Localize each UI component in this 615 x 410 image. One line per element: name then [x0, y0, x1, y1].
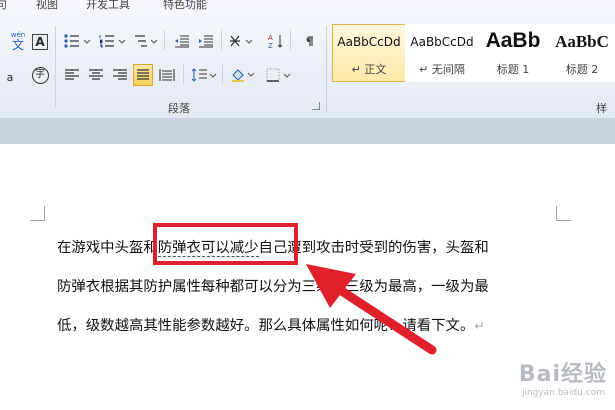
svg-text:A: A [268, 34, 273, 42]
paragraph-mark-icon: ↵ [474, 319, 485, 333]
svg-text:Z: Z [268, 42, 273, 49]
margin-corner-top-right [556, 206, 571, 221]
margin-corner-top-left [30, 206, 45, 221]
workspace-background [0, 118, 615, 144]
tab-partial[interactable]: 句 [0, 0, 7, 12]
bullets-icon[interactable] [62, 30, 94, 52]
ribbon: 句 视图 开发工具 特色功能 wén 文 A a 字 AZ 段落 AaBbCcD… [0, 0, 615, 131]
separator [326, 26, 327, 112]
enclose-character-button[interactable]: 字 [30, 64, 50, 86]
align-center-icon[interactable] [86, 64, 106, 86]
separator [222, 64, 223, 84]
style-heading-1[interactable]: AaBb 标题 1 [478, 24, 548, 82]
style-no-spacing[interactable]: AaBbCcDd ↵ 无间隔 [405, 24, 479, 82]
highlight-box [153, 223, 298, 265]
distributed-align-icon[interactable] [157, 64, 177, 86]
separator [221, 30, 222, 50]
show-formatting-icon[interactable] [298, 30, 318, 52]
separator [164, 30, 165, 50]
separator [55, 26, 56, 108]
decrease-indent-icon[interactable] [172, 30, 192, 52]
borders-icon[interactable] [265, 64, 295, 86]
separator [290, 30, 291, 50]
tab-view[interactable]: 视图 [36, 0, 58, 12]
style-heading-2[interactable]: AaBbC 标题 2 [547, 24, 615, 82]
separator [183, 64, 184, 84]
align-left-icon[interactable] [62, 64, 82, 86]
phonetic-guide-button[interactable]: wén 文 [8, 30, 28, 52]
baidu-watermark-logo: Bai经验 jingyan.baidu.com [518, 362, 607, 398]
multilevel-list-icon[interactable] [133, 30, 161, 52]
red-arrow-icon [306, 264, 437, 355]
tab-developer[interactable]: 开发工具 [86, 0, 130, 12]
line-spacing-icon[interactable] [190, 64, 218, 86]
numbering-icon[interactable] [97, 30, 129, 52]
sort-icon[interactable]: AZ [266, 30, 286, 52]
justify-icon[interactable] [133, 64, 153, 86]
align-right-icon[interactable] [110, 64, 130, 86]
paragraph-group-label: 段落 [168, 102, 190, 115]
ribbon-tabs: 句 视图 开发工具 特色功能 [0, 0, 615, 12]
increase-indent-icon[interactable] [196, 30, 216, 52]
character-border-button[interactable]: A [32, 34, 48, 50]
highlight-a-icon[interactable]: a [0, 66, 20, 88]
style-normal[interactable]: AaBbCcDd ↵ 正文 [332, 24, 406, 82]
tab-special[interactable]: 特色功能 [163, 0, 207, 12]
shading-icon[interactable] [229, 64, 259, 86]
paragraph-dialog-launcher-icon[interactable] [312, 102, 320, 110]
chinese-layout-icon[interactable] [228, 30, 258, 52]
